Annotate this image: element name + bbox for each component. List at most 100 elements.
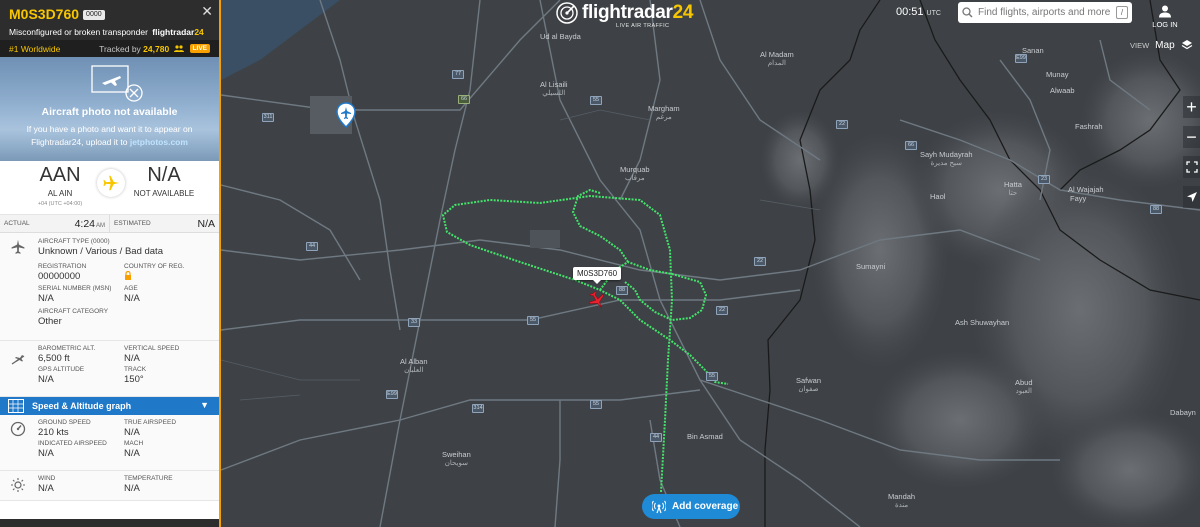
zoom-out-button[interactable]: −	[1183, 126, 1200, 148]
estimated-label: ESTIMATED	[114, 220, 151, 227]
users-icon	[173, 44, 184, 52]
temperature: N/A	[124, 483, 140, 494]
antenna-icon	[652, 500, 666, 513]
wind-label: WIND	[38, 475, 56, 482]
age-label: AGE	[124, 285, 138, 292]
origin-code[interactable]: AAN	[20, 164, 100, 187]
aircraft-type-icon	[11, 239, 25, 254]
place-label: Mandah مندة	[888, 492, 916, 509]
aircraft-photo-placeholder: Aircraft photo not available If you have…	[0, 57, 219, 161]
tas-label: TRUE AIRSPEED	[124, 419, 177, 426]
road-shield: E99	[386, 390, 398, 399]
place-label: Al Alban العلبان	[400, 357, 428, 374]
add-coverage-button[interactable]: Add coverage	[642, 494, 740, 519]
route-section: AAN AL AIN +04 (UTC +04:00) N/A NOT AVAI…	[0, 161, 219, 215]
fullscreen-icon	[1185, 161, 1198, 173]
aircraft-category: Other	[38, 316, 62, 327]
user-icon	[1159, 5, 1171, 18]
speed-section: GROUND SPEED 210 kts TRUE AIRSPEED N/A IND…	[0, 415, 219, 471]
chevron-down-icon: ▼	[200, 400, 209, 410]
gps-label: GPS ALTITUDE	[38, 366, 85, 373]
road-shield: 55	[590, 400, 602, 409]
aircraft-callout[interactable]: M0S3D760	[573, 267, 622, 284]
vertical-speed: N/A	[124, 353, 140, 364]
photo-title: Aircraft photo not available	[41, 106, 178, 118]
track-label: TRACK	[124, 366, 147, 373]
road-shield: E99	[1015, 54, 1027, 63]
place-label: Safwan صفوان	[796, 376, 822, 393]
mach-label: MACH	[124, 440, 144, 447]
zoom-in-button[interactable]: +	[1183, 96, 1200, 118]
live-badge: LIVE	[189, 44, 210, 53]
road-shield: 22	[754, 257, 766, 266]
logo-subtitle: LIVE AIR TRAFFIC	[616, 23, 670, 29]
login-button[interactable]: LOG IN	[1150, 4, 1180, 29]
search-input[interactable]	[978, 7, 1116, 18]
indicated-airspeed: N/A	[38, 448, 54, 459]
altitude-section: BAROMETRIC ALT. 6,500 ft VERTICAL SPEED N/…	[0, 341, 219, 397]
road-shield: 44	[650, 433, 662, 442]
aircraft-icon[interactable]	[587, 290, 607, 310]
road-shield: 33	[408, 318, 420, 327]
fullscreen-button[interactable]	[1183, 156, 1200, 178]
aircraft-type: Unknown / Various / Bad data	[38, 246, 163, 257]
speed-altitude-graph-toggle[interactable]: Speed & Altitude graph ▼	[0, 397, 219, 415]
place-label: Alwaab	[1050, 86, 1075, 95]
road-shield: 88	[616, 286, 628, 295]
place-label: Fashrah	[1075, 122, 1103, 131]
utc-clock: 00:51 UTC	[896, 6, 941, 18]
squawk-badge: 0000	[83, 10, 105, 20]
speedometer-icon	[10, 421, 26, 437]
ground-speed: 210 kts	[38, 427, 69, 438]
road-shield: 66	[458, 95, 470, 104]
layers-icon	[1181, 40, 1192, 50]
road-shield: 311	[262, 113, 274, 122]
place-label: Sumayni	[856, 262, 886, 271]
serial-number: N/A	[38, 293, 54, 304]
graph-label: Speed & Altitude graph	[32, 401, 132, 411]
origin-timezone: +04 (UTC +04:00)	[37, 201, 83, 207]
airport-pin-icon[interactable]	[336, 102, 356, 128]
search-box[interactable]: /	[958, 2, 1132, 23]
gs-label: GROUND SPEED	[38, 419, 91, 426]
place-label: Murquab مرقاب	[620, 165, 650, 182]
serial-label: SERIAL NUMBER (MSN)	[38, 285, 112, 292]
road-shield: 22	[836, 120, 848, 129]
road-shield: 88	[1150, 205, 1162, 214]
category-label: AIRCRAFT CATEGORY	[38, 308, 109, 315]
aircraft-type-label: AIRCRAFT TYPE (0000)	[38, 238, 110, 245]
road-shield: 55	[590, 96, 602, 105]
flightradar-logo[interactable]: flightradar24 LIVE AIR TRAFFIC	[556, 2, 693, 29]
close-panel-button[interactable]: ✕	[201, 3, 213, 20]
ranking-bar: #1 Worldwide Tracked by 24,780 LIVE	[0, 40, 219, 57]
place-label: Bin Asmad	[687, 432, 723, 441]
jetphotos-link[interactable]: jetphotos.com	[130, 137, 188, 147]
weather-section: WIND N/A TEMPERATURE N/A	[0, 471, 219, 501]
vs-label: VERTICAL SPEED	[124, 345, 180, 352]
place-label: Abud العبود	[1015, 378, 1033, 395]
brand-mark: flightradar24	[152, 27, 204, 37]
no-photo-icon	[91, 65, 143, 102]
gps-altitude: N/A	[38, 374, 54, 385]
view-value: Map	[1155, 39, 1175, 51]
place-label: Sayh Mudayrah سيح مديرة	[920, 150, 973, 167]
estimated-time: N/A	[197, 217, 215, 230]
view-selector[interactable]: VIEW Map	[1130, 39, 1193, 51]
place-label: Margham مرغم	[648, 104, 680, 121]
road-shield: 77	[452, 70, 464, 79]
place-label: Hatta حتا	[1004, 180, 1022, 197]
locate-button[interactable]	[1183, 186, 1200, 208]
locate-arrow-icon	[1186, 192, 1197, 202]
place-label: Ash Shuwayhan	[955, 318, 1010, 327]
search-icon	[962, 7, 973, 18]
flight-details-panel: M0S3D760 0000 Misconfigured or broken tra…	[0, 0, 221, 527]
aircraft-info-section: AIRCRAFT TYPE (0000) Unknown / Various / …	[0, 233, 219, 341]
destination-code: N/A	[147, 164, 181, 186]
registration: 00000000	[38, 271, 81, 282]
search-shortcut-key: /	[1116, 6, 1128, 19]
altitude-icon	[11, 355, 25, 365]
temperature-label: TEMPERATURE	[124, 475, 173, 482]
road-shield: 314	[472, 404, 484, 413]
road-shield: 44	[306, 242, 318, 251]
panel-footer-toolbar	[0, 519, 219, 527]
